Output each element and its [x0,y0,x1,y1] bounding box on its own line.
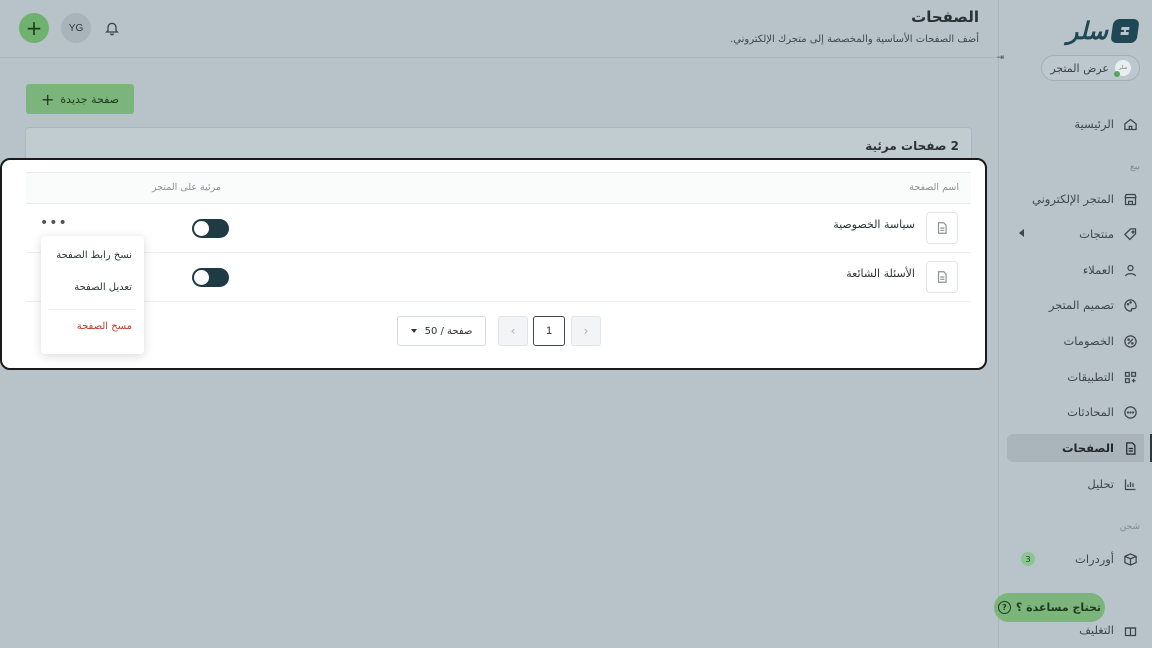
palette-icon [1122,297,1138,313]
user-avatar[interactable]: YG [61,13,91,43]
prev-page-button[interactable]: ‹ [498,316,528,346]
section-label-ship: شحن [1119,522,1140,532]
sidebar-item-apps[interactable]: التطبيقات [1007,363,1138,391]
document-icon [926,261,958,293]
sidebar-item-label: الرئيسية [1074,117,1114,131]
table-row[interactable]: الأسئلة الشائعة [26,253,971,302]
pagination: 50 / صفحة ‹ 1 › [397,316,601,346]
bell-icon[interactable] [104,20,120,36]
chevron-down-icon [410,329,417,333]
plus-icon: + [41,89,55,109]
sidebar-item-home[interactable]: الرئيسية [1007,110,1138,138]
page-name[interactable]: سياسة الخصوصية [833,218,915,231]
sidebar-item-label: الخصومات [1063,334,1114,348]
sidebar-item-label: الصفحات [1061,441,1114,455]
section-label-sell: بيع [1129,162,1140,172]
home-icon [1122,116,1138,132]
new-page-button[interactable]: صفحة جديدة + [26,84,134,114]
sidebar: سلر سلر عرض المتجر الرئيسية بيع المتجر ا… [998,0,1152,648]
menu-item-edit-page[interactable]: تعديل الصفحة [74,282,132,293]
view-store-button[interactable]: سلر عرض المتجر [1041,55,1140,81]
help-button[interactable]: تحتاج مساعدة ؟ ? [994,593,1105,622]
sidebar-item-label: تصميم المتجر [1048,298,1114,312]
sidebar-item-orders[interactable]: أوردرات 3 [1007,545,1138,573]
chart-icon [1122,476,1138,492]
sidebar-item-analytics[interactable]: تحليل [1007,470,1138,498]
discount-icon [1122,333,1138,349]
app-root: الصفحات أضف الصفحات الأساسية والمخصصة إل… [0,0,1152,648]
view-store-label: عرض المتجر [1050,61,1109,75]
store-avatar: سلر [1114,60,1131,77]
sidebar-item-label: التطبيقات [1067,370,1114,384]
caret-left-icon[interactable] [1019,229,1024,237]
page-name[interactable]: الأسئلة الشائعة [846,267,915,280]
brand-logo-text: سلر [1066,16,1108,45]
sidebar-item-products[interactable]: منتجات [1007,220,1138,248]
column-header-name: اسم الصفحة [909,182,959,193]
tag-icon [1122,226,1138,242]
page-size-select[interactable]: 50 / صفحة [397,316,486,346]
orders-count-badge: 3 [1021,552,1035,566]
collapse-sidebar-icon[interactable]: ⇥ [992,53,1004,65]
apps-icon [1122,369,1138,385]
page-icon [1122,440,1138,456]
sidebar-item-label: العملاء [1082,263,1114,277]
package-icon [1122,622,1138,638]
page-subtitle: أضف الصفحات الأساسية والمخصصة إلى متجرك … [730,34,979,45]
table-row[interactable]: سياسة الخصوصية ••• [26,204,971,253]
menu-item-copy-link[interactable]: نسخ رابط الصفحة [56,250,132,261]
sidebar-item-label: المحادثات [1067,405,1114,419]
question-icon: ? [997,601,1011,614]
brand-logo[interactable]: سلر [1066,16,1140,45]
menu-divider [49,309,136,310]
brand-mark-icon [1110,18,1140,43]
document-icon [926,212,958,244]
visibility-toggle[interactable] [192,268,229,287]
help-label: تحتاج مساعدة ؟ [1015,601,1102,614]
sidebar-item-label: المتجر الإلكتروني [1031,192,1114,206]
user-icon [1122,262,1138,278]
sidebar-item-label: تحليل [1087,477,1114,491]
visibility-toggle[interactable] [192,219,229,238]
page-size-label: 50 / صفحة [424,325,473,337]
sidebar-item-label: التغليف [1079,623,1114,637]
box-icon [1122,551,1138,567]
sidebar-item-pages[interactable]: الصفحات [1007,434,1152,462]
top-header: الصفحات أضف الصفحات الأساسية والمخصصة إل… [0,0,997,58]
sidebar-item-discounts[interactable]: الخصومات [1007,327,1138,355]
table-header: اسم الصفحة مرئية على المتجر [26,172,971,204]
chat-icon [1122,404,1138,420]
store-icon [1122,191,1138,207]
column-header-visible: مرئية على المتجر [152,182,221,193]
next-page-button[interactable]: › [571,316,601,346]
sidebar-item-label: منتجات [1079,227,1114,241]
sidebar-item-label: أوردرات [1075,552,1114,566]
quick-add-button[interactable]: + [19,13,49,43]
row-actions-menu: نسخ رابط الصفحة تعديل الصفحة مسح الصفحة [41,236,144,354]
sidebar-item-online-store[interactable]: المتجر الإلكتروني [1007,185,1138,213]
page-number-current[interactable]: 1 [533,316,565,346]
new-page-label: صفحة جديدة [60,92,119,106]
page-title: الصفحات [911,8,979,26]
sidebar-item-store-design[interactable]: تصميم المتجر [1007,291,1138,319]
visible-pages-count: 2 صفحات مرئية [865,139,959,153]
sidebar-item-customers[interactable]: العملاء [1007,256,1138,284]
sidebar-item-chats[interactable]: المحادثات [1007,398,1138,426]
menu-item-delete-page[interactable]: مسح الصفحة [77,321,132,332]
more-options-icon[interactable]: ••• [40,215,68,231]
